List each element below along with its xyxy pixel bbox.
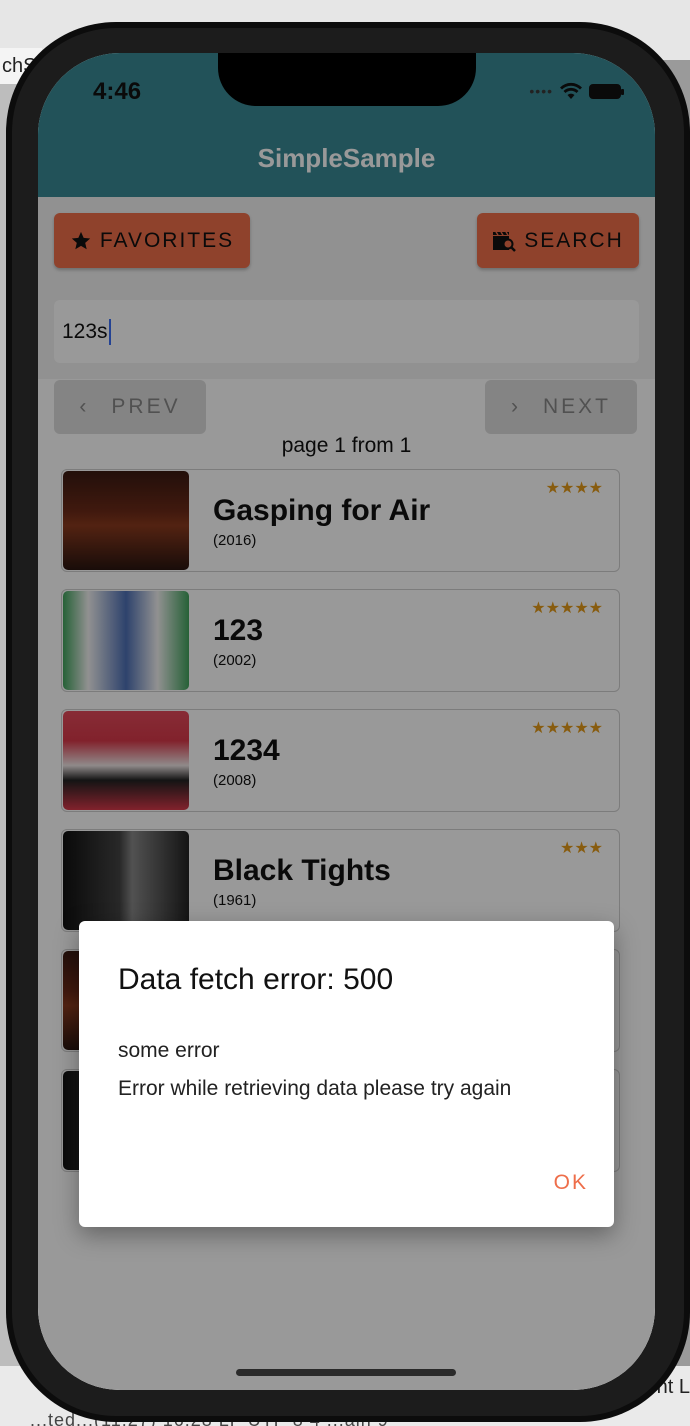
dialog-title: Data fetch error: 500 bbox=[118, 963, 394, 996]
phone-screen: 4:46 •••• SimpleSample FAVORITES SEARCH … bbox=[38, 53, 655, 1390]
error-dialog: Data fetch error: 500 some error Error w… bbox=[79, 921, 614, 1227]
dialog-detail: Error while retrieving data please try a… bbox=[118, 1077, 512, 1100]
ok-button[interactable]: OK bbox=[554, 1171, 588, 1195]
home-indicator[interactable] bbox=[236, 1369, 456, 1376]
dialog-message: some error bbox=[118, 1039, 220, 1062]
